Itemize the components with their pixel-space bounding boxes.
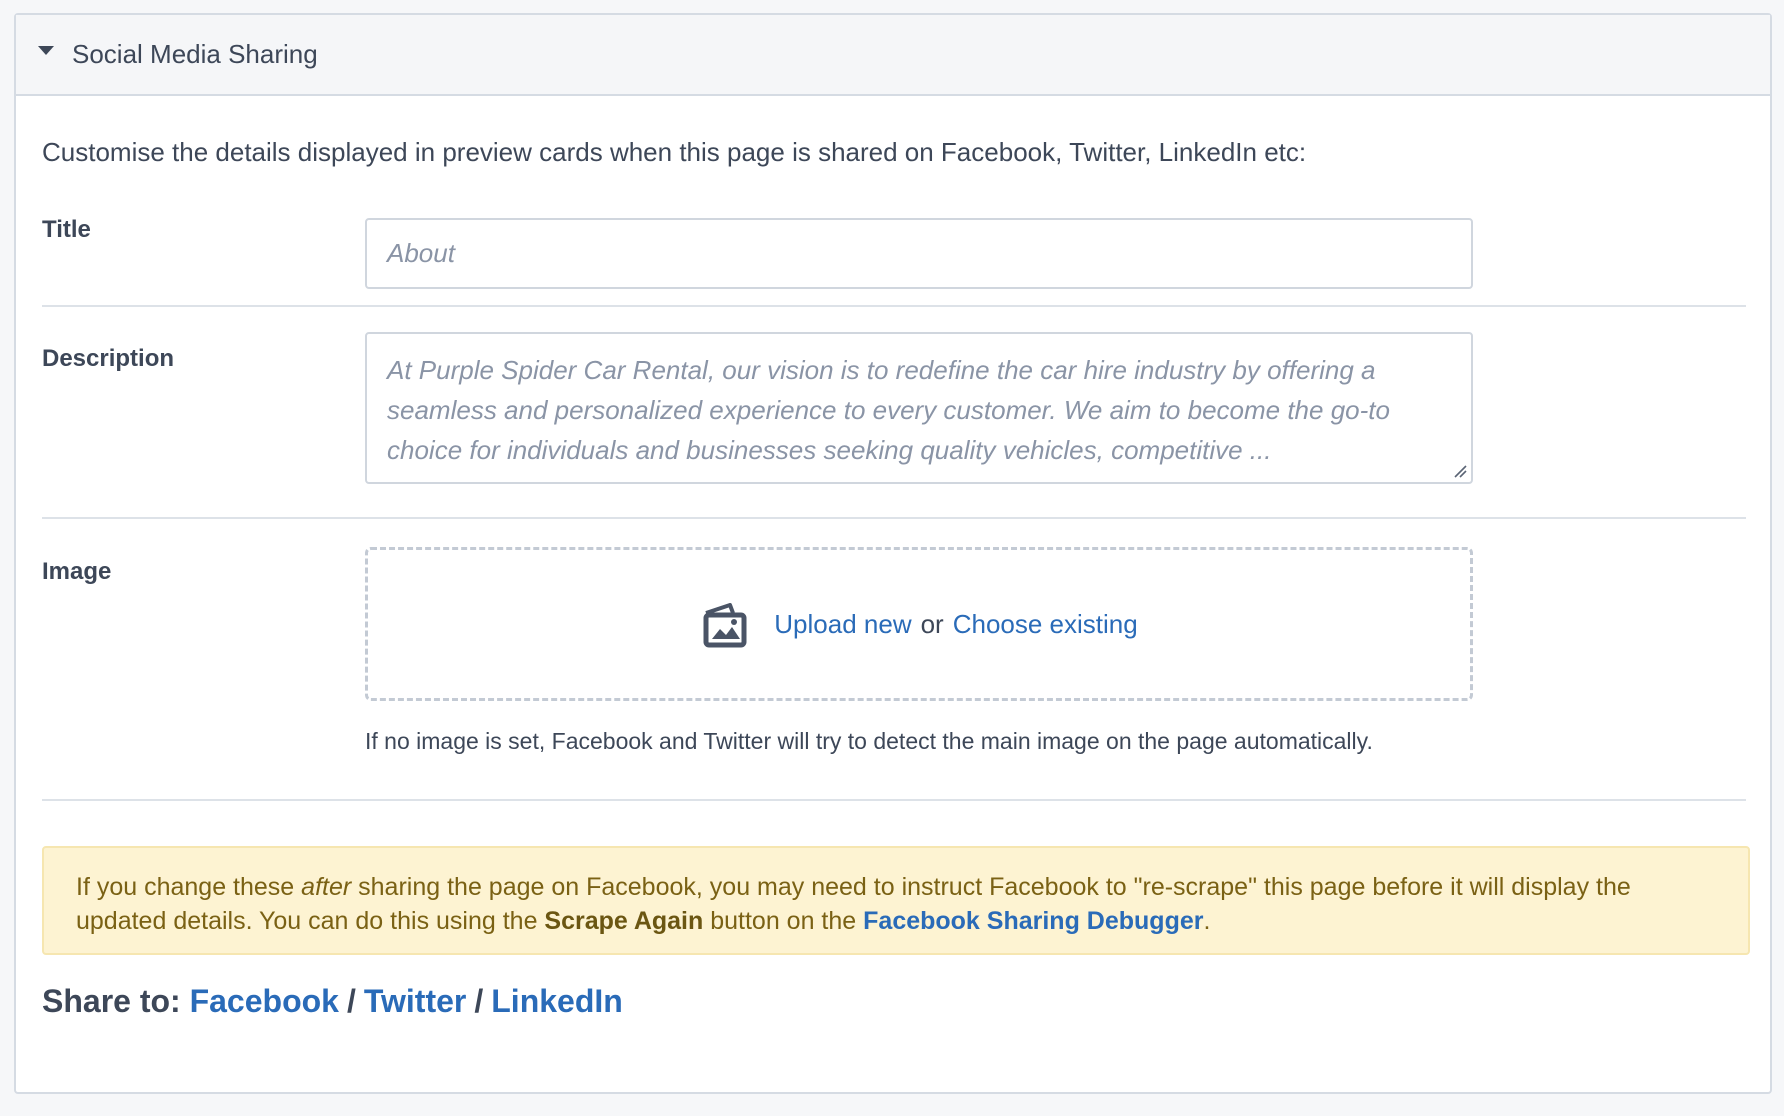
description-textarea[interactable]: At Purple Spider Car Rental, our vision … bbox=[365, 332, 1473, 484]
notice-text-1: If you change these bbox=[76, 873, 302, 901]
notice-emphasis: after bbox=[301, 873, 352, 901]
social-media-sharing-panel: Social Media Sharing Customise the detai… bbox=[14, 13, 1772, 1094]
notice-text-3: button on the bbox=[703, 907, 864, 935]
share-twitter-link[interactable]: Twitter bbox=[364, 983, 467, 1019]
or-text: or bbox=[920, 608, 944, 639]
description-label: Description bbox=[42, 345, 175, 372]
description-row: Description At Purple Spider Car Rental,… bbox=[42, 307, 1746, 519]
image-upload-icon bbox=[703, 603, 747, 648]
resize-handle-icon[interactable] bbox=[1453, 464, 1467, 478]
notice-text-4: . bbox=[1203, 907, 1211, 935]
title-row: Title About bbox=[42, 168, 1746, 307]
description-placeholder: At Purple Spider Car Rental, our vision … bbox=[387, 355, 1390, 465]
upload-new-link[interactable]: Upload new bbox=[774, 609, 911, 640]
share-separator: / bbox=[474, 983, 484, 1019]
choose-existing-link[interactable]: Choose existing bbox=[953, 609, 1138, 640]
rescrape-notice: If you change these after sharing the pa… bbox=[42, 846, 1750, 955]
share-label: Share to: bbox=[42, 983, 181, 1019]
panel-body: Customise the details displayed in previ… bbox=[16, 136, 1770, 801]
image-label: Image bbox=[42, 558, 112, 585]
caret-down-icon[interactable] bbox=[38, 46, 54, 55]
image-hint: If no image is set, Facebook and Twitter… bbox=[365, 728, 1373, 754]
image-row: Image Upload new or Choose existing If n… bbox=[42, 519, 1746, 801]
title-input[interactable]: About bbox=[365, 218, 1473, 289]
panel-header[interactable]: Social Media Sharing bbox=[16, 15, 1770, 96]
share-to-row: Share to: Facebook / Twitter / LinkedIn bbox=[42, 983, 623, 1020]
image-dropzone[interactable]: Upload new or Choose existing bbox=[365, 547, 1473, 701]
panel-title: Social Media Sharing bbox=[72, 39, 318, 69]
share-separator: / bbox=[346, 983, 356, 1019]
intro-text: Customise the details displayed in previ… bbox=[42, 137, 1307, 167]
facebook-sharing-debugger-link[interactable]: Facebook Sharing Debugger bbox=[863, 907, 1203, 935]
share-facebook-link[interactable]: Facebook bbox=[190, 983, 339, 1019]
title-placeholder: About bbox=[387, 238, 455, 268]
share-linkedin-link[interactable]: LinkedIn bbox=[491, 983, 623, 1019]
notice-bold: Scrape Again bbox=[544, 907, 704, 935]
title-label: Title bbox=[42, 216, 91, 243]
